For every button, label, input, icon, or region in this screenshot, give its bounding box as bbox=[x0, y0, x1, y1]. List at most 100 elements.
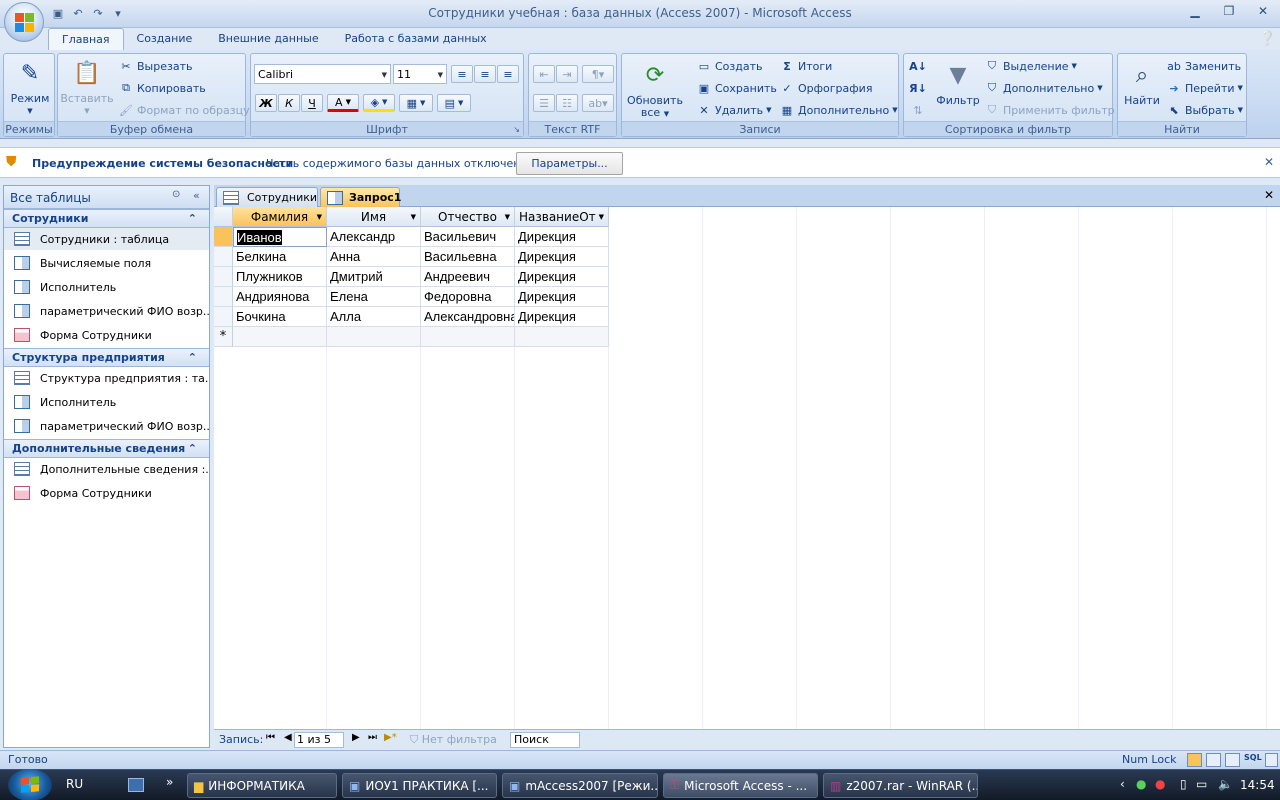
paste-button[interactable]: 📋 Вставить ▼ bbox=[60, 58, 113, 117]
start-button[interactable] bbox=[8, 769, 52, 800]
tray-expand-icon[interactable]: ‹ bbox=[1120, 777, 1125, 791]
nav-group-additional[interactable]: Дополнительные сведения ⌃ bbox=[4, 439, 209, 458]
row-selector[interactable] bbox=[214, 287, 233, 307]
nav-item-table[interactable]: Сотрудники : таблица bbox=[4, 228, 209, 250]
nav-item-query[interactable]: параметрический ФИО возр... bbox=[4, 300, 209, 322]
align-right-button[interactable]: ≡ bbox=[497, 65, 519, 83]
table-cell[interactable]: Дирекция bbox=[515, 227, 609, 247]
highlight-button[interactable]: ab▾ bbox=[582, 94, 614, 112]
new-row-cell[interactable] bbox=[233, 327, 327, 347]
apply-filter-button[interactable]: ⛉ Применить фильтр bbox=[984, 102, 1115, 118]
dialog-launcher-icon[interactable]: ↘ bbox=[513, 125, 520, 134]
row-selector[interactable] bbox=[214, 267, 233, 287]
table-cell[interactable]: Васильевна bbox=[421, 247, 515, 267]
bold-button[interactable]: Ж bbox=[255, 94, 277, 112]
tray-volume-icon[interactable]: 🔈 bbox=[1218, 777, 1233, 791]
new-row-cell[interactable] bbox=[327, 327, 421, 347]
save-record-button[interactable]: ▣ Сохранить bbox=[696, 80, 777, 96]
sort-ascending-button[interactable]: A↓ bbox=[909, 58, 927, 74]
chevron-down-icon[interactable]: ▼ bbox=[317, 213, 322, 221]
delete-record-button[interactable]: ✕ Удалить ▼ bbox=[696, 102, 771, 118]
copy-button[interactable]: ⧉ Копировать bbox=[118, 80, 206, 96]
tray-monitor-icon[interactable]: ▭ bbox=[1196, 777, 1207, 791]
nav-group-employees[interactable]: Сотрудники ⌃ bbox=[4, 209, 209, 228]
search-input[interactable]: Поиск bbox=[510, 732, 580, 748]
tab-external-data[interactable]: Внешние данные bbox=[205, 28, 331, 50]
table-cell[interactable]: Иванов bbox=[233, 227, 327, 247]
minimize-button[interactable]: ▁ bbox=[1178, 0, 1212, 22]
customize-qat-icon[interactable]: ▾ bbox=[110, 5, 126, 21]
redo-icon[interactable]: ↷ bbox=[90, 5, 106, 21]
last-record-icon[interactable]: ⏭ bbox=[368, 732, 377, 743]
close-icon[interactable]: ✕ bbox=[1264, 155, 1274, 169]
filter-button[interactable]: ▼ Фильтр bbox=[935, 60, 981, 107]
numbering-button[interactable]: ☰ bbox=[533, 94, 555, 112]
column-header-firstname[interactable]: Имя ▼ bbox=[327, 207, 421, 227]
new-row-cell[interactable] bbox=[515, 327, 609, 347]
language-indicator[interactable]: RU bbox=[66, 777, 83, 791]
options-button[interactable]: Параметры... bbox=[516, 152, 623, 175]
replace-button[interactable]: ab Заменить bbox=[1166, 58, 1241, 74]
table-cell[interactable]: Дирекция bbox=[515, 307, 609, 327]
table-cell[interactable]: Бочкина bbox=[233, 307, 327, 327]
outdent-button[interactable]: ⇤ bbox=[533, 65, 555, 83]
fill-color-button[interactable]: ◈ ▼ bbox=[363, 94, 395, 112]
format-painter-button[interactable]: 🖌 Формат по образцу bbox=[118, 102, 250, 118]
tray-antivirus-icon[interactable]: ● bbox=[1155, 777, 1165, 791]
table-cell[interactable]: Александр bbox=[327, 227, 421, 247]
table-cell[interactable]: Дирекция bbox=[515, 287, 609, 307]
nav-menu-icon[interactable]: ⊙ bbox=[172, 189, 180, 200]
more-records-button[interactable]: ▦ Дополнительно ▼ bbox=[779, 102, 898, 118]
table-cell[interactable]: Дмитрий bbox=[327, 267, 421, 287]
underline-button[interactable]: Ч bbox=[301, 94, 323, 112]
alt-fill-button[interactable]: ▤ ▼ bbox=[437, 94, 471, 112]
goto-button[interactable]: ➔ Перейти ▼ bbox=[1166, 80, 1243, 96]
nav-item-query[interactable]: Исполнитель bbox=[4, 276, 209, 298]
quick-launch-more-icon[interactable]: » bbox=[166, 775, 173, 789]
save-icon[interactable]: ▣ bbox=[50, 5, 66, 21]
doc-tab-query1[interactable]: Запрос1 bbox=[320, 187, 401, 207]
next-record-icon[interactable]: ▶ bbox=[352, 732, 360, 743]
advanced-filter-button[interactable]: ⛉ Дополнительно ▼ bbox=[984, 80, 1103, 96]
find-button[interactable]: ⌕ Найти bbox=[1121, 60, 1163, 107]
datasheet-view-icon[interactable] bbox=[1187, 753, 1202, 767]
selection-button[interactable]: ⛉ Выделение ▼ bbox=[984, 58, 1077, 74]
chevron-down-icon[interactable]: ▼ bbox=[505, 213, 510, 221]
new-row-cell[interactable] bbox=[421, 327, 515, 347]
tab-database-tools[interactable]: Работа с базами данных bbox=[332, 28, 500, 50]
shutter-close-icon[interactable]: « bbox=[193, 189, 200, 202]
gridlines-button[interactable]: ▦ ▼ bbox=[399, 94, 433, 112]
table-cell[interactable]: Александровна bbox=[421, 307, 515, 327]
nav-item-form[interactable]: Форма Сотрудники bbox=[4, 324, 209, 346]
first-record-icon[interactable]: ⏮ bbox=[266, 732, 275, 743]
indent-button[interactable]: ⇥ bbox=[556, 65, 578, 83]
show-desktop-icon[interactable] bbox=[128, 778, 144, 792]
table-cell[interactable]: Плужников bbox=[233, 267, 327, 287]
view-button[interactable]: ✎ Режим ▼ bbox=[8, 58, 52, 117]
select-all-corner[interactable] bbox=[214, 207, 233, 227]
taskbar-item-word-doc[interactable]: ▣ ИОУ1 ПРАКТИКА [... bbox=[342, 773, 497, 798]
nav-group-structure[interactable]: Структура предприятия ⌃ bbox=[4, 348, 209, 367]
font-size-select[interactable]: 11 ▼ bbox=[393, 64, 447, 84]
font-family-select[interactable]: Calibri ▼ bbox=[254, 64, 391, 84]
close-document-icon[interactable]: ✕ bbox=[1264, 188, 1274, 202]
table-cell[interactable]: Федоровна bbox=[421, 287, 515, 307]
table-cell[interactable]: Дирекция bbox=[515, 247, 609, 267]
align-left-button[interactable]: ≡ bbox=[451, 65, 473, 83]
office-button[interactable] bbox=[4, 2, 44, 42]
table-cell[interactable]: Дирекция bbox=[515, 267, 609, 287]
nav-item-query[interactable]: параметрический ФИО возр... bbox=[4, 415, 209, 437]
clock[interactable]: 14:54 bbox=[1240, 778, 1275, 792]
tray-network-icon[interactable]: ● bbox=[1136, 777, 1146, 791]
pivot-table-view-icon[interactable] bbox=[1206, 753, 1221, 767]
table-cell[interactable]: Анна bbox=[327, 247, 421, 267]
bullets-button[interactable]: ☷ bbox=[556, 94, 578, 112]
taskbar-item-folder[interactable]: ▆ ИНФОРМАТИКА bbox=[187, 773, 337, 798]
close-button[interactable]: ✕ bbox=[1246, 0, 1280, 22]
taskbar-item-access[interactable]: ⚿ Microsoft Access - ... bbox=[663, 773, 818, 798]
new-record-marker[interactable]: * bbox=[214, 327, 233, 347]
nav-item-table[interactable]: Структура предприятия : та... bbox=[4, 367, 209, 389]
nav-item-query[interactable]: Исполнитель bbox=[4, 391, 209, 413]
font-color-button[interactable]: A ▼ bbox=[327, 94, 359, 112]
taskbar-item-winrar[interactable]: ▥ z2007.rar - WinRAR (... bbox=[823, 773, 978, 798]
